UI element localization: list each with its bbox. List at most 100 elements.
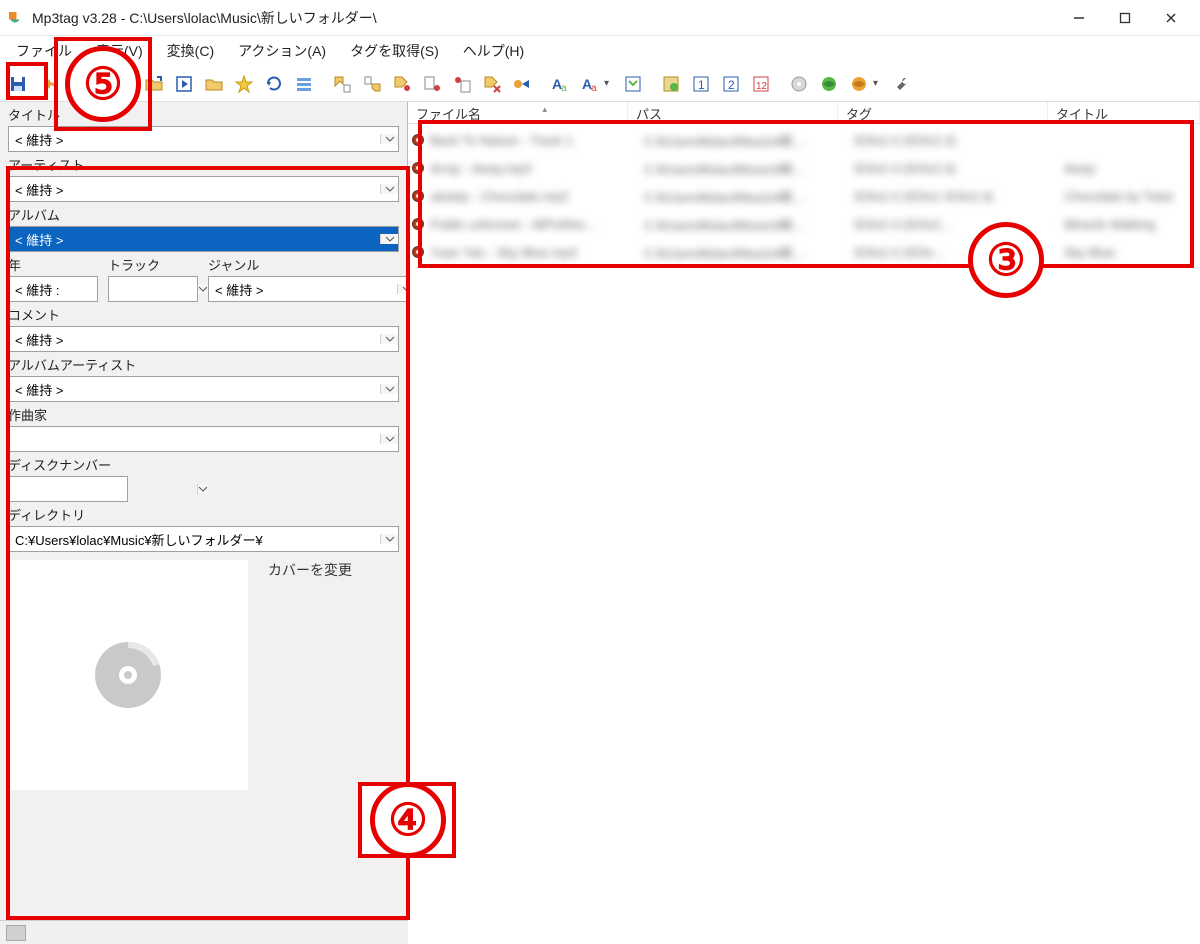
cell-filename: ubstep - Chocolate.mp3: [430, 189, 644, 204]
tag-tag-icon[interactable]: [388, 70, 416, 98]
album-label: アルバム: [8, 205, 399, 224]
folder-refresh-icon[interactable]: [200, 70, 228, 98]
table-row[interactable]: Back To Nature - Track 1 C:¥Users¥lolac¥…: [408, 126, 1200, 154]
playlist-icon[interactable]: [170, 70, 198, 98]
select-all-icon[interactable]: [290, 70, 318, 98]
extended-tags-icon[interactable]: [619, 70, 647, 98]
title-combobox[interactable]: [8, 126, 399, 152]
number-list-icon[interactable]: 12: [747, 70, 775, 98]
album-combobox[interactable]: [8, 226, 399, 252]
artist-combobox[interactable]: [8, 176, 399, 202]
cell-title: Sky Blue: [1064, 245, 1200, 260]
cell-title: Miracle Walking: [1064, 217, 1200, 232]
globe-green-icon[interactable]: [815, 70, 843, 98]
column-filename[interactable]: ファイル名 ▴: [408, 102, 628, 123]
save-button[interactable]: [4, 70, 32, 98]
chevron-down-icon[interactable]: [380, 234, 398, 244]
chevron-down-icon[interactable]: ▾: [873, 78, 878, 89]
cell-filename: Back To Nature - Track 1: [430, 133, 644, 148]
chevron-down-icon[interactable]: [397, 284, 408, 294]
album-artist-combobox[interactable]: [8, 376, 399, 402]
annotation-circle-4: ④: [370, 782, 446, 858]
composer-input[interactable]: [9, 427, 380, 451]
table-row[interactable]: Yuan Yan - Sky Blue.mp3 C:¥Users¥lolac¥M…: [408, 238, 1200, 266]
tag-text-file-icon[interactable]: [448, 70, 476, 98]
genre-input[interactable]: [209, 277, 397, 301]
cell-filename: Array - Away.mp3: [430, 161, 644, 176]
column-tag[interactable]: タグ: [838, 102, 1048, 123]
comment-input[interactable]: [9, 327, 380, 351]
globe-orange-icon[interactable]: [845, 70, 873, 98]
cover-art-placeholder[interactable]: [8, 560, 248, 790]
table-row[interactable]: Array - Away.mp3 C:¥Users¥lolac¥Music¥新……: [408, 154, 1200, 182]
disc-icon[interactable]: [785, 70, 813, 98]
table-row[interactable]: Public unknown - MPrefine... C:¥Users¥lo…: [408, 210, 1200, 238]
chevron-down-icon[interactable]: [380, 334, 398, 344]
scrollbar-thumb[interactable]: [6, 925, 26, 941]
refresh-icon[interactable]: [260, 70, 288, 98]
quick-action-dropdown-icon[interactable]: Aa: [576, 70, 604, 98]
menu-file[interactable]: ファイル: [8, 39, 80, 63]
audio-file-icon: [412, 218, 424, 230]
remove-tag-icon[interactable]: [478, 70, 506, 98]
maximize-button[interactable]: [1102, 3, 1148, 33]
cell-path: C:¥Users¥lolac¥Music¥新…: [644, 187, 854, 206]
cell-tag: ID3v2.4 (ID3v2.4): [854, 161, 1064, 176]
table-row[interactable]: ubstep - Chocolate.mp3 C:¥Users¥lolac¥Mu…: [408, 182, 1200, 210]
close-button[interactable]: [1148, 3, 1194, 33]
album-input[interactable]: [9, 227, 380, 251]
genre-combobox[interactable]: [208, 276, 408, 302]
artist-input[interactable]: [9, 177, 380, 201]
year-combobox[interactable]: [8, 276, 98, 302]
audio-file-icon: [412, 162, 424, 174]
year-label: 年: [8, 255, 98, 274]
comment-label: コメント: [8, 305, 399, 324]
menu-action[interactable]: アクション(A): [230, 39, 334, 63]
actions-icon[interactable]: [508, 70, 536, 98]
panel-scrollbar[interactable]: [0, 920, 408, 944]
track-combobox[interactable]: [108, 276, 198, 302]
disc-number-input[interactable]: [9, 477, 197, 501]
cell-path: C:¥Users¥lolac¥Music¥新…: [644, 159, 854, 178]
number-2-icon[interactable]: 2: [717, 70, 745, 98]
column-title[interactable]: タイトル: [1048, 102, 1200, 123]
app-icon: [6, 9, 24, 27]
audio-file-icon: [412, 134, 424, 146]
column-path[interactable]: パス: [628, 102, 838, 123]
menu-help[interactable]: ヘルプ(H): [455, 39, 532, 63]
composer-combobox[interactable]: [8, 426, 399, 452]
window-controls: [1056, 3, 1194, 33]
chevron-down-icon[interactable]: [380, 434, 398, 444]
annotation-circle-5: ⑤: [65, 46, 141, 122]
menu-tag-sources[interactable]: タグを取得(S): [342, 39, 447, 63]
autonumber-icon[interactable]: [657, 70, 685, 98]
column-headers: ファイル名 ▴ パス タグ タイトル: [408, 102, 1200, 124]
chevron-down-icon[interactable]: [380, 184, 398, 194]
quick-action-icon[interactable]: Aa: [546, 70, 574, 98]
minimize-button[interactable]: [1056, 3, 1102, 33]
tag-from-file-icon[interactable]: [328, 70, 356, 98]
cell-path: C:¥Users¥lolac¥Music¥新…: [644, 243, 854, 262]
chevron-down-icon[interactable]: [380, 534, 398, 544]
folder-add-icon[interactable]: [140, 70, 168, 98]
star-icon[interactable]: [230, 70, 258, 98]
text-file-tag-icon[interactable]: [418, 70, 446, 98]
album-artist-input[interactable]: [9, 377, 380, 401]
cell-tag: ID3v2.4 (ID3v1 ID3v2.4): [854, 189, 1064, 204]
directory-input[interactable]: [9, 527, 380, 551]
file-rows: Back To Nature - Track 1 C:¥Users¥lolac¥…: [408, 124, 1200, 266]
number-1-icon[interactable]: 1: [687, 70, 715, 98]
chevron-down-icon[interactable]: [380, 384, 398, 394]
chevron-down-icon[interactable]: [380, 134, 398, 144]
directory-combobox[interactable]: [8, 526, 399, 552]
undo-button[interactable]: [34, 70, 62, 98]
menu-convert[interactable]: 変換(C): [159, 39, 222, 63]
disc-number-combobox[interactable]: [8, 476, 128, 502]
toolbar: Aa Aa ▾ 1 2 12 ▾: [0, 66, 1200, 102]
title-input[interactable]: [9, 127, 380, 151]
comment-combobox[interactable]: [8, 326, 399, 352]
chevron-down-icon[interactable]: [197, 484, 208, 494]
chevron-down-icon[interactable]: ▾: [604, 78, 609, 89]
file-from-tag-icon[interactable]: [358, 70, 386, 98]
wrench-icon[interactable]: [888, 70, 916, 98]
